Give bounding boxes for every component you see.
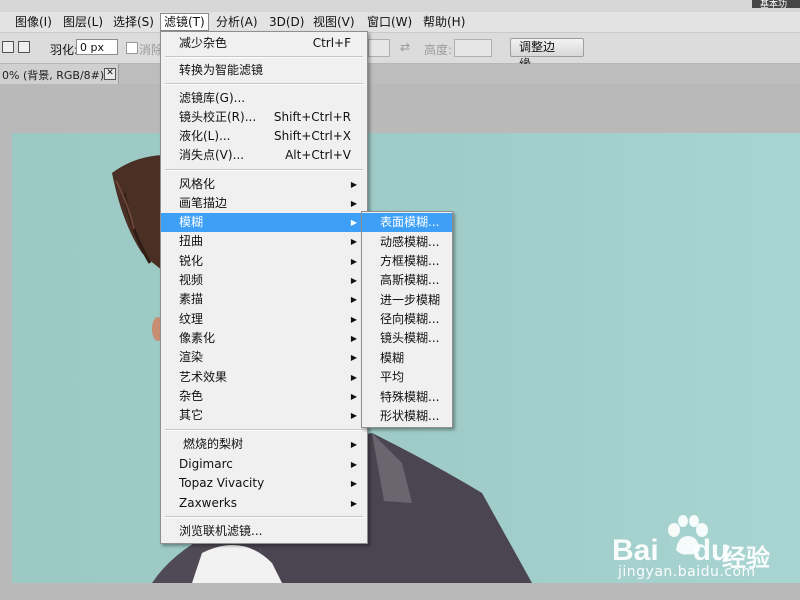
menu-item-stylize[interactable]: 风格化 ▶: [161, 175, 367, 194]
selection-mode-icon[interactable]: [2, 41, 14, 53]
menu-filter[interactable]: 滤镜(T): [160, 13, 209, 31]
height-label: 高度:: [424, 43, 453, 57]
menu-item-digimarc[interactable]: Digimarc ▶: [161, 455, 367, 474]
menu-item-distort[interactable]: 扭曲 ▶: [161, 232, 367, 251]
submenu-item-gaussian-blur[interactable]: 高斯模糊...: [362, 271, 452, 290]
submenu-arrow-icon: ▶: [350, 460, 357, 469]
submenu-item-average[interactable]: 平均: [362, 368, 452, 387]
submenu-arrow-icon: ▶: [350, 373, 357, 382]
menu-item-browse-online[interactable]: 浏览联机滤镜...: [161, 522, 367, 541]
workspace-switcher[interactable]: 基本功: [752, 0, 800, 10]
menu-item-artistic[interactable]: 艺术效果 ▶: [161, 368, 367, 387]
submenu-item-surface-blur[interactable]: 表面模糊...: [362, 213, 452, 232]
close-icon[interactable]: ✕: [104, 68, 116, 80]
feather-label: 羽化:: [50, 43, 79, 57]
submenu-arrow-icon: ▶: [350, 353, 357, 362]
submenu-item-smart-blur[interactable]: 特殊模糊...: [362, 388, 452, 407]
submenu-arrow-icon: ▶: [350, 334, 357, 343]
menu-separator: [165, 516, 363, 518]
submenu-item-motion-blur[interactable]: 动感模糊...: [362, 233, 452, 252]
watermark-brand: Bai du: [612, 534, 730, 567]
submenu-arrow-icon: ▶: [350, 276, 357, 285]
document-tab[interactable]: 0% (背景, RGB/8#) * ✕: [0, 64, 119, 84]
menu-item-sharpen[interactable]: 锐化 ▶: [161, 252, 367, 271]
menu-window[interactable]: 窗口(W): [364, 14, 415, 30]
document-title: 0% (背景, RGB/8#) *: [2, 69, 114, 82]
height-field[interactable]: [454, 39, 492, 57]
menu-item-topaz[interactable]: Topaz Vivacity ▶: [161, 474, 367, 493]
menu-layer[interactable]: 图层(L): [60, 14, 106, 30]
selection-mode-add-icon[interactable]: [18, 41, 30, 53]
menu-view[interactable]: 视图(V): [310, 14, 358, 30]
menu-item-video[interactable]: 视频 ▶: [161, 271, 367, 290]
menu-item-burning-pear[interactable]: 燃烧的梨树 ▶: [161, 435, 367, 454]
menu-item-pixelate[interactable]: 像素化 ▶: [161, 329, 367, 348]
submenu-arrow-icon: ▶: [350, 479, 357, 488]
menu-item-lens-correction[interactable]: 镜头校正(R)... Shift+Ctrl+R: [161, 108, 367, 127]
watermark-url: jingyan.baidu.com: [618, 564, 756, 580]
workspace-label: 基本功: [760, 0, 788, 10]
antialias-checkbox[interactable]: [126, 42, 138, 54]
menu-item-blur[interactable]: 模糊 ▶: [161, 213, 367, 232]
menu-3d[interactable]: 3D(D): [266, 14, 307, 30]
submenu-item-shape-blur[interactable]: 形状模糊...: [362, 407, 452, 426]
submenu-arrow-icon: ▶: [350, 315, 357, 324]
submenu-item-box-blur[interactable]: 方框模糊...: [362, 252, 452, 271]
submenu-item-blur-more[interactable]: 进一步模糊: [362, 291, 452, 310]
submenu-arrow-icon: ▶: [350, 218, 357, 227]
menu-item-noise[interactable]: 杂色 ▶: [161, 387, 367, 406]
options-bar: 羽化: 0 px 消除 ⇄ 高度: 调整边缘...: [0, 33, 800, 71]
menu-separator: [165, 56, 363, 58]
menu-select[interactable]: 选择(S): [110, 14, 157, 30]
feather-input[interactable]: 0 px: [76, 39, 118, 55]
menu-item-sketch[interactable]: 素描 ▶: [161, 290, 367, 309]
submenu-item-lens-blur[interactable]: 镜头模糊...: [362, 329, 452, 348]
filter-menu: 减少杂色 Ctrl+F 转换为智能滤镜 滤镜库(G)... 镜头校正(R)... S…: [160, 31, 368, 544]
menu-item-brush-strokes[interactable]: 画笔描边 ▶: [161, 194, 367, 213]
submenu-arrow-icon: ▶: [350, 295, 357, 304]
menu-item-vanishing-point[interactable]: 消失点(V)... Alt+Ctrl+V: [161, 146, 367, 165]
menu-separator: [165, 83, 363, 85]
submenu-item-radial-blur[interactable]: 径向模糊...: [362, 310, 452, 329]
submenu-arrow-icon: ▶: [350, 180, 357, 189]
refine-edge-button[interactable]: 调整边缘...: [510, 38, 584, 71]
submenu-arrow-icon: ▶: [350, 392, 357, 401]
menu-item-filter-gallery[interactable]: 滤镜库(G)...: [161, 89, 367, 108]
menu-separator: [165, 429, 363, 431]
document-tabbar: 0% (背景, RGB/8#) * ✕: [0, 64, 800, 84]
menu-separator: [165, 169, 363, 171]
menu-item-liquify[interactable]: 液化(L)... Shift+Ctrl+X: [161, 127, 367, 146]
menu-item-render[interactable]: 渲染 ▶: [161, 348, 367, 367]
submenu-arrow-icon: ▶: [350, 237, 357, 246]
menu-analysis[interactable]: 分析(A): [213, 14, 261, 30]
menu-item-texture[interactable]: 纹理 ▶: [161, 310, 367, 329]
submenu-arrow-icon: ▶: [350, 440, 357, 449]
menu-image[interactable]: 图像(I): [12, 14, 55, 30]
baidu-jingyan-watermark: Bai du 经验 jingyan.baidu.com: [612, 514, 792, 584]
submenu-arrow-icon: ▶: [350, 199, 357, 208]
submenu-arrow-icon: ▶: [350, 257, 357, 266]
menu-item-smart-filter[interactable]: 转换为智能滤镜: [161, 61, 367, 80]
swap-icon[interactable]: ⇄: [400, 40, 410, 54]
submenu-arrow-icon: ▶: [350, 411, 357, 420]
menu-item-reduce-noise[interactable]: 减少杂色 Ctrl+F: [161, 34, 367, 53]
top-strip: 基本功: [0, 0, 800, 12]
submenu-item-blur[interactable]: 模糊: [362, 349, 452, 368]
menu-help[interactable]: 帮助(H): [420, 14, 468, 30]
width-field[interactable]: [368, 39, 390, 57]
blur-submenu: 表面模糊... 动感模糊... 方框模糊... 高斯模糊... 进一步模糊 径向…: [361, 211, 453, 428]
menubar: 图像(I) 图层(L) 选择(S) 滤镜(T) 分析(A) 3D(D) 视图(V…: [0, 12, 800, 33]
menu-item-zaxwerks[interactable]: Zaxwerks ▶: [161, 494, 367, 513]
submenu-arrow-icon: ▶: [350, 499, 357, 508]
menu-item-other[interactable]: 其它 ▶: [161, 406, 367, 425]
